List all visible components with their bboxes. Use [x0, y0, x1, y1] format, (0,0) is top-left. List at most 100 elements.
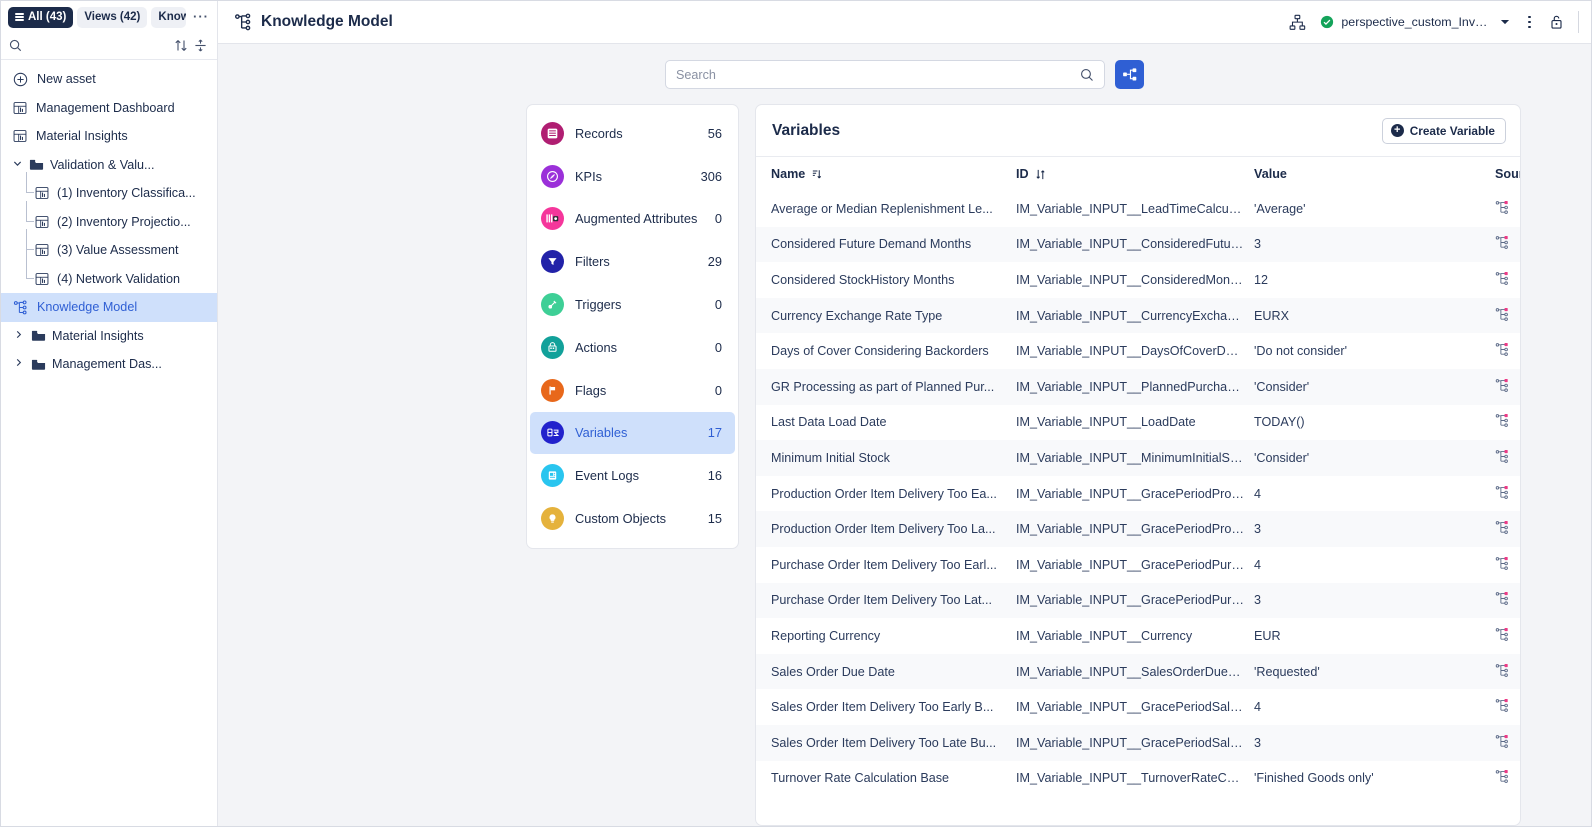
- sort-desc-icon[interactable]: [811, 169, 822, 180]
- cell-source[interactable]: [1495, 200, 1520, 218]
- category-triggers[interactable]: Triggers 0: [527, 283, 738, 326]
- kebab-menu-icon[interactable]: [1524, 15, 1535, 29]
- table-row[interactable]: Production Order Item Delivery Too La...…: [756, 511, 1520, 547]
- sidebar-item-network-validation[interactable]: (4) Network Validation: [1, 235, 217, 294]
- table-row[interactable]: Sales Order Due Date IM_Variable_INPUT__S…: [756, 653, 1520, 690]
- sidebar-item-management-dashboard[interactable]: Management Dashboard: [1, 94, 217, 123]
- category-count: 0: [714, 382, 722, 398]
- search-input[interactable]: [676, 67, 1080, 82]
- table-row[interactable]: Last Data Load Date IM_Variable_INPUT__Lo…: [756, 405, 1520, 441]
- perspective-name: perspective_custom_Inven...: [1341, 15, 1494, 29]
- cell-source[interactable]: [1495, 698, 1520, 716]
- chevron-right-icon[interactable]: [15, 330, 25, 342]
- category-records[interactable]: Records 56: [527, 112, 738, 155]
- sidebar-tab-all[interactable]: All (43): [8, 6, 74, 28]
- cell-source[interactable]: [1495, 307, 1520, 325]
- category-actions[interactable]: Actions 0: [527, 326, 738, 369]
- cell-source[interactable]: [1495, 591, 1520, 609]
- search-box[interactable]: [665, 60, 1105, 89]
- category-augmented-attributes[interactable]: Augmented Attributes 0: [527, 198, 738, 241]
- sidebar-item-new-asset[interactable]: New asset: [1, 65, 217, 94]
- folder-icon: [29, 158, 44, 171]
- sort-icon[interactable]: [1035, 169, 1046, 180]
- sidebar-item-material-insights[interactable]: Material Insights: [1, 122, 217, 151]
- sidebar-folder-management-dashboards[interactable]: Management Das...: [1, 350, 217, 379]
- table-row[interactable]: Purchase Order Item Delivery Too Lat... I…: [756, 582, 1520, 619]
- cell-source[interactable]: [1495, 627, 1520, 645]
- cell-value: 12: [1254, 272, 1269, 287]
- category-event-logs[interactable]: Event Logs 16: [527, 454, 738, 497]
- sidebar-item-knowledge-model[interactable]: Knowledge Model: [1, 293, 217, 322]
- toolbar-divider: [1578, 11, 1579, 33]
- chevron-down-icon[interactable]: [1500, 18, 1510, 26]
- cell-source[interactable]: [1495, 235, 1520, 253]
- sidebar-folder-material-insights[interactable]: Material Insights: [1, 322, 217, 351]
- create-variable-label: Create Variable: [1409, 123, 1495, 138]
- lock-icon[interactable]: [1549, 14, 1564, 30]
- cell-source[interactable]: [1495, 342, 1520, 360]
- table-row[interactable]: Turnover Rate Calculation Base IM_Variabl…: [756, 761, 1520, 797]
- sidebar-search-bar[interactable]: [1, 32, 217, 60]
- column-header-name[interactable]: Name: [771, 167, 1016, 181]
- kpi-gauge-icon: [541, 164, 564, 188]
- cell-value: 3: [1254, 522, 1262, 537]
- action-icon: [541, 335, 564, 359]
- table-row[interactable]: GR Processing as part of Planned Pur... I…: [756, 368, 1520, 405]
- column-header-source[interactable]: Source: [1495, 167, 1520, 181]
- cell-source[interactable]: [1495, 734, 1520, 752]
- category-variables[interactable]: Variables 17: [530, 411, 735, 455]
- top-bar-actions: perspective_custom_Inven...: [1289, 11, 1579, 33]
- table-row[interactable]: Reporting Currency IM_Variable_INPUT__Cur…: [756, 618, 1520, 654]
- cell-source[interactable]: [1495, 378, 1520, 396]
- cell-id: IM_Variable_INPUT__PlannedPurchase...: [1016, 379, 1251, 394]
- cell-source[interactable]: [1495, 413, 1520, 431]
- table-row[interactable]: Days of Cover Considering Backorders IM_V…: [756, 333, 1520, 369]
- chevron-down-icon[interactable]: [13, 159, 23, 171]
- table-row[interactable]: Average or Median Replenishment Le... IM_…: [756, 191, 1520, 227]
- sidebar-tab-bar: All (43) Views (42) Knowledge ···: [1, 1, 217, 32]
- cell-source[interactable]: [1495, 485, 1520, 503]
- table-row[interactable]: Production Order Item Delivery Too Ea...…: [756, 476, 1520, 512]
- knowledge-model-node-icon: [1495, 200, 1509, 218]
- cell-source[interactable]: [1495, 556, 1520, 574]
- cell-id: IM_Variable_INPUT__LoadDate: [1016, 415, 1196, 430]
- table-row[interactable]: Sales Order Item Delivery Too Late Bu...…: [756, 724, 1520, 761]
- category-custom-objects[interactable]: Custom Objects 15: [527, 497, 738, 540]
- create-variable-button[interactable]: + Create Variable: [1381, 117, 1506, 144]
- table-row[interactable]: Purchase Order Item Delivery Too Earl...…: [756, 547, 1520, 583]
- table-row[interactable]: Considered Future Demand Months IM_Variab…: [756, 226, 1520, 263]
- column-header-value[interactable]: Value: [1254, 167, 1495, 181]
- event-log-icon: [541, 464, 564, 488]
- reorder-nodes-icon: [1122, 67, 1138, 83]
- perspective-selector[interactable]: perspective_custom_Inven...: [1320, 15, 1510, 29]
- cell-source[interactable]: [1495, 769, 1520, 787]
- table-row[interactable]: Minimum Initial Stock IM_Variable_INPUT__…: [756, 440, 1520, 476]
- sidebar-tab-views[interactable]: Views (42): [77, 6, 148, 28]
- category-flags[interactable]: Flags 0: [527, 369, 738, 412]
- sidebar-tabs-more-button[interactable]: ···: [190, 10, 212, 23]
- sidebar-item-label: Validation & Valu...: [50, 157, 155, 172]
- cell-source[interactable]: [1495, 449, 1520, 467]
- search-icon[interactable]: [1080, 68, 1094, 82]
- lightbulb-icon: [541, 507, 564, 531]
- chevron-right-icon[interactable]: [15, 358, 25, 370]
- table-row[interactable]: Considered StockHistory Months IM_Variabl…: [756, 262, 1520, 298]
- sidebar-tab-knowledge[interactable]: Knowledge: [151, 6, 186, 28]
- column-header-id[interactable]: ID: [1016, 167, 1254, 181]
- category-label: KPIs: [575, 168, 603, 184]
- cell-source[interactable]: [1495, 663, 1520, 681]
- flag-icon: [541, 378, 564, 402]
- org-tree-icon[interactable]: [1289, 14, 1306, 31]
- sidebar-asset-list: New asset Management Dashboard Material …: [1, 60, 217, 379]
- table-row[interactable]: Sales Order Item Delivery Too Early B...…: [756, 689, 1520, 725]
- collapse-expand-icon[interactable]: [194, 39, 207, 52]
- category-filters[interactable]: Filters 29: [527, 240, 738, 283]
- reorder-nodes-button[interactable]: [1115, 60, 1144, 89]
- cell-source[interactable]: [1495, 520, 1520, 538]
- cell-source[interactable]: [1495, 271, 1520, 289]
- table-row[interactable]: Currency Exchange Rate Type IM_Variable_I…: [756, 297, 1520, 334]
- category-count: 0: [714, 211, 722, 227]
- sort-icon[interactable]: [174, 39, 188, 52]
- cell-value: 'Consider': [1254, 450, 1310, 465]
- category-kpis[interactable]: KPIs 306: [527, 155, 738, 198]
